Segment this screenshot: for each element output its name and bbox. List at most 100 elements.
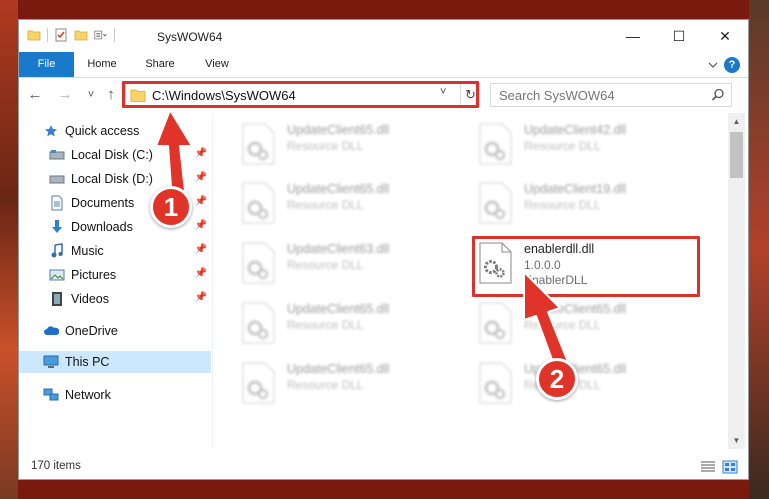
file-type: Resource DLL: [287, 258, 364, 272]
music-icon: [49, 243, 65, 259]
desktop-background-left: [0, 0, 18, 499]
file-item[interactable]: UpdateClient65.dll Resource DLL: [239, 356, 465, 414]
properties-icon[interactable]: [54, 28, 68, 42]
maximize-button[interactable]: ☐: [656, 20, 702, 52]
videos-icon: [49, 291, 65, 307]
close-button[interactable]: ✕: [702, 20, 748, 52]
drive-icon: [49, 147, 65, 163]
tab-view[interactable]: View: [197, 52, 237, 77]
dll-file-icon: [479, 182, 512, 224]
pictures-icon: [49, 267, 65, 283]
dll-file-icon: [479, 362, 512, 404]
sidebar-item-label: Documents: [71, 196, 135, 210]
back-button[interactable]: ←: [25, 85, 45, 105]
cloud-icon: [43, 323, 59, 339]
file-item[interactable]: UpdateClient65.dll Resource DLL: [239, 117, 465, 175]
toolbar-separator: [47, 28, 48, 42]
file-type: Resource DLL: [524, 139, 601, 153]
file-item[interactable]: UpdateClient65.dll Resource DLL: [239, 176, 465, 234]
address-bar-highlight: [122, 81, 479, 108]
toolbar-separator: [114, 28, 115, 42]
pin-icon[interactable]: 📌: [195, 268, 207, 279]
file-item[interactable]: UpdateClient65.dll Resource DLL: [239, 296, 465, 354]
quick-access-toolbar: [27, 28, 115, 42]
sidebar-item-onedrive[interactable]: OneDrive: [19, 320, 211, 342]
sidebar-item-label: Quick access: [65, 124, 140, 138]
up-button[interactable]: ↑: [101, 85, 121, 105]
file-type: Resource DLL: [287, 318, 364, 332]
minimize-button[interactable]: —: [610, 20, 656, 52]
network-icon: [43, 387, 59, 403]
sidebar-item-pictures[interactable]: Pictures 📌: [19, 264, 211, 286]
sidebar-item-network[interactable]: Network: [19, 384, 211, 406]
dll-file-icon: [242, 123, 275, 165]
file-name: UpdateClient65.dll: [287, 362, 390, 376]
scroll-thumb[interactable]: [730, 132, 743, 178]
folder-icon: [27, 30, 41, 41]
file-item[interactable]: UpdateClient42.dll Resource DLL: [476, 117, 702, 175]
scroll-down-button[interactable]: ▼: [728, 432, 745, 449]
sidebar-item-label: OneDrive: [65, 324, 118, 338]
computer-icon: [43, 354, 59, 370]
large-icons-view-icon[interactable]: [722, 460, 738, 474]
step-1-badge: 1: [150, 186, 192, 228]
sidebar-item-music[interactable]: Music 📌: [19, 240, 211, 262]
file-item[interactable]: UpdateClient19.dll Resource DLL: [476, 176, 702, 234]
file-name: UpdateClient65.dll: [287, 123, 390, 137]
file-highlight: [472, 236, 700, 297]
file-name: UpdateClient42.dll: [524, 123, 627, 137]
sidebar-item-label: Videos: [71, 292, 109, 306]
dll-file-icon: [242, 302, 275, 344]
sidebar-item-videos[interactable]: Videos 📌: [19, 288, 211, 310]
file-item[interactable]: UpdateClient65.dll Resource DLL: [476, 296, 702, 354]
sidebar-item-label: Pictures: [71, 268, 117, 282]
sidebar-item-label: Local Disk (D:): [71, 172, 153, 186]
customize-toolbar-icon[interactable]: [94, 28, 108, 42]
details-view-icon[interactable]: [700, 460, 716, 474]
star-icon: [43, 123, 59, 139]
recent-locations-button[interactable]: ˅: [81, 85, 101, 105]
tab-share[interactable]: Share: [137, 52, 183, 77]
sidebar-item-label: Network: [65, 388, 111, 402]
forward-button[interactable]: →: [55, 85, 75, 105]
file-name: UpdateClient19.dll: [524, 182, 627, 196]
search-input[interactable]: [491, 84, 701, 106]
file-item[interactable]: UpdateClient63.dll Resource DLL: [239, 236, 465, 294]
ribbon-tabs: File Home Share View ?: [19, 52, 748, 78]
tab-home[interactable]: Home: [81, 52, 123, 77]
sidebar-item-this-pc[interactable]: This PC: [19, 351, 211, 373]
sidebar-item-label: This PC: [65, 355, 110, 369]
window-title: SysWOW64: [157, 30, 223, 44]
dll-file-icon: [242, 182, 275, 224]
vertical-scrollbar[interactable]: ▲ ▼: [728, 113, 745, 449]
status-bar: 170 items: [19, 455, 748, 479]
pin-icon[interactable]: 📌: [195, 244, 207, 255]
file-type: Resource DLL: [287, 198, 364, 212]
help-button[interactable]: ?: [724, 57, 740, 73]
search-icon[interactable]: [711, 88, 725, 102]
desktop-background-right: [749, 0, 769, 499]
pin-icon[interactable]: 📌: [195, 292, 207, 303]
expand-ribbon-icon[interactable]: [708, 61, 718, 69]
sidebar-item-label: Local Disk (C:): [71, 148, 153, 162]
documents-icon: [49, 195, 65, 211]
item-count: 170 items: [31, 460, 81, 472]
file-item[interactable]: UpdateClient65.dll Resource DLL: [476, 356, 702, 414]
drive-icon: [49, 171, 65, 187]
pin-icon[interactable]: 📌: [195, 220, 207, 231]
pane-divider[interactable]: [212, 113, 213, 449]
download-icon: [49, 219, 65, 235]
search-box[interactable]: [490, 83, 732, 107]
file-type: Resource DLL: [287, 378, 364, 392]
tab-file[interactable]: File: [19, 52, 74, 77]
file-name: UpdateClient65.dll: [287, 182, 390, 196]
dll-file-icon: [242, 242, 275, 284]
dll-file-icon: [479, 123, 512, 165]
file-name: UpdateClient63.dll: [287, 242, 390, 256]
title-bar: SysWOW64 — ☐ ✕: [19, 20, 748, 52]
dll-file-icon: [479, 302, 512, 344]
scroll-up-button[interactable]: ▲: [728, 113, 745, 130]
file-type: Resource DLL: [287, 139, 364, 153]
new-folder-icon[interactable]: [74, 28, 88, 42]
sidebar-item-label: Music: [71, 244, 104, 258]
